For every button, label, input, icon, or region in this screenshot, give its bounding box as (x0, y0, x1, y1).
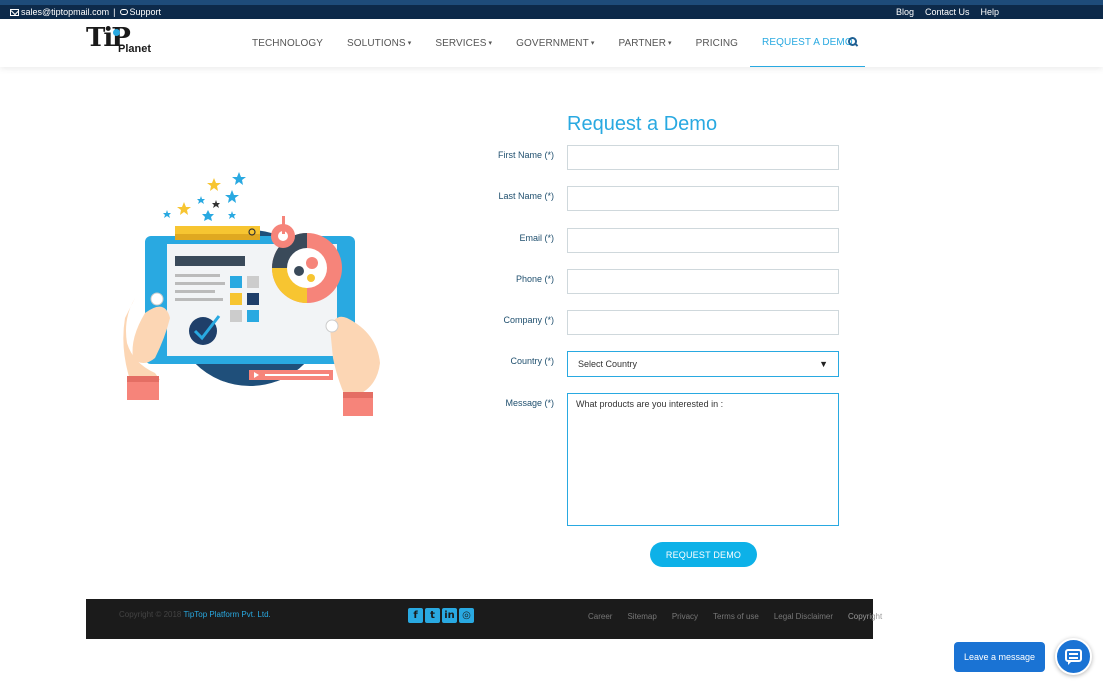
logo-dot (113, 29, 120, 36)
footer-links: Career Sitemap Privacy Terms of use Lega… (588, 612, 882, 621)
nav-technology[interactable]: TECHNOLOGY (240, 19, 335, 67)
twitter-icon[interactable]: t (425, 608, 440, 623)
last-name-input[interactable] (567, 186, 839, 211)
topbar-contact: sales@tiptopmail.com | Support (10, 5, 161, 19)
phone-label: Phone (*) (515, 274, 554, 284)
help-link[interactable]: Help (980, 7, 999, 17)
footer-company-link[interactable]: TipTop Platform Pvt. Ltd. (183, 610, 270, 619)
demo-illustration (123, 172, 380, 416)
message-label: Message (*) (505, 398, 554, 408)
company-row: Company (*) (460, 310, 840, 335)
footer: Copyright © 2018 TipTop Platform Pvt. Lt… (86, 599, 882, 639)
main-header: TiP Planet TECHNOLOGY SOLUTIONS ▾ SERVICE… (0, 19, 1103, 67)
mail-icon (10, 8, 19, 16)
nav-solutions[interactable]: SOLUTIONS ▾ (335, 19, 423, 67)
nav-services[interactable]: SERVICES ▾ (423, 19, 504, 67)
logo-sub-text: Planet (118, 43, 152, 55)
country-row: Country (*) Select Country ▼ (460, 351, 840, 377)
chat-launcher-button[interactable] (1055, 638, 1092, 675)
contact-us-link[interactable]: Contact Us (925, 7, 970, 17)
company-input[interactable] (567, 310, 839, 335)
chevron-down-icon: ▾ (668, 40, 672, 47)
country-label: Country (*) (510, 356, 554, 366)
blog-link[interactable]: Blog (896, 7, 914, 17)
chevron-down-icon: ▾ (590, 40, 595, 47)
search-icon[interactable] (848, 37, 858, 47)
facebook-icon[interactable]: f (408, 608, 423, 623)
social-links: f t in ◎ (408, 608, 474, 623)
stars-decoration (163, 172, 246, 221)
phone-row: Phone (*) (460, 269, 840, 294)
logo[interactable]: TiP Planet (86, 23, 156, 57)
form-title: Request a Demo (567, 113, 718, 135)
country-select-value: Select Country (578, 359, 638, 369)
instagram-icon[interactable]: ◎ (459, 608, 474, 623)
request-demo-button[interactable]: REQUEST DEMO (650, 542, 757, 567)
nav-government[interactable]: GOVERNMENT ▾ (504, 19, 606, 67)
chat-icon (119, 9, 128, 15)
first-name-row: First Name (*) (460, 145, 840, 170)
email-input[interactable] (567, 228, 839, 253)
footer-link-terms[interactable]: Terms of use (713, 612, 759, 621)
email-link[interactable]: sales@tiptopmail.com (10, 7, 109, 17)
main-nav: TECHNOLOGY SOLUTIONS ▾ SERVICES ▾ GOVERNME… (240, 19, 865, 67)
footer-link-sitemap[interactable]: Sitemap (627, 612, 656, 621)
nav-pricing[interactable]: PRICING (684, 19, 750, 67)
chevron-down-icon: ▾ (488, 40, 493, 47)
message-textarea[interactable]: What products are you interested in : (567, 393, 839, 526)
nav-partner[interactable]: PARTNER ▾ (606, 19, 683, 67)
topbar-links: Blog Contact Us Help (896, 5, 999, 19)
first-name-input[interactable] (567, 145, 839, 170)
top-bar: sales@tiptopmail.com | Support Blog Cont… (0, 0, 1103, 19)
country-select[interactable]: Select Country ▼ (567, 351, 839, 377)
footer-trailing-text: Copyright (847, 612, 883, 621)
email-row: Email (*) (460, 228, 840, 253)
topbar-separator: | (113, 7, 116, 17)
footer-link-legal[interactable]: Legal Disclaimer (774, 612, 833, 621)
email-label: Email (*) (519, 233, 554, 243)
dropdown-arrow-icon: ▼ (819, 359, 828, 369)
footer-copyright: Copyright © 2018 TipTop Platform Pvt. Lt… (119, 610, 271, 619)
last-name-row: Last Name (*) (460, 186, 840, 211)
message-row: Message (*) What products are you intere… (460, 393, 840, 526)
phone-input[interactable] (567, 269, 839, 294)
footer-link-privacy[interactable]: Privacy (672, 612, 698, 621)
footer-link-career[interactable]: Career (588, 612, 612, 621)
leave-message-label[interactable]: Leave a message (954, 642, 1045, 672)
linkedin-icon[interactable]: in (442, 608, 457, 623)
message-icon (1065, 649, 1082, 665)
first-name-label: First Name (*) (498, 150, 554, 160)
company-label: Company (*) (503, 315, 554, 325)
last-name-label: Last Name (*) (498, 191, 554, 201)
support-link[interactable]: Support (119, 7, 161, 17)
chevron-down-icon: ▾ (407, 40, 412, 47)
